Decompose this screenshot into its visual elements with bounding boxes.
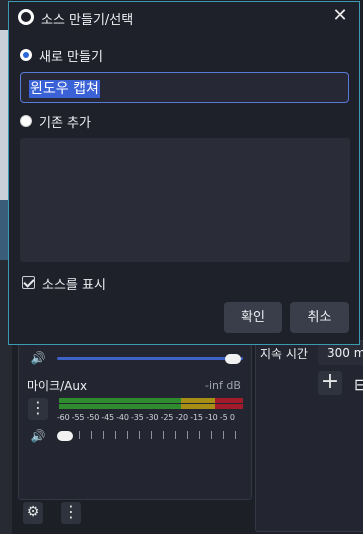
slider-tick [91,431,92,439]
channel-menu-button[interactable]: ⋮ [28,398,48,420]
meter-yellow-segment-2 [181,404,215,409]
meter-red-segment [215,398,243,403]
audio-mixer-panel: 🔊 마이크/Aux -inf dB ⋮ -60 -55 -50 -45 -40 … [18,340,252,500]
slider-tick [139,431,140,439]
transition-controls-panel: 지속 시간 300 m + ⊟ [255,340,363,532]
slider-tick [223,431,224,439]
meter-red-segment-2 [215,404,243,409]
slider-tick [115,431,116,439]
slider-tick [163,431,164,439]
meter-yellow-segment [181,398,215,403]
slider-tick [79,431,80,439]
speaker-icon[interactable]: 🔊 [27,349,49,367]
add-transition-button[interactable]: + [318,371,342,395]
existing-sources-list[interactable] [20,138,350,262]
slider-tick [211,431,212,439]
duration-label: 지속 시간 [260,347,308,361]
add-existing-radio[interactable] [20,115,32,127]
close-icon[interactable]: ✕ [329,5,351,27]
volume-slider-track[interactable] [57,357,243,360]
show-source-checkbox[interactable] [22,276,35,289]
mic-volume-slider-track[interactable] [79,431,243,439]
slider-tick [151,431,152,439]
mixer-toolbar: ⚙ ⋮ [18,500,250,530]
dialog-title: 소스 만들기/선택 [41,13,134,28]
gear-icon[interactable]: ⚙ [23,502,43,524]
mixer-menu-button[interactable]: ⋮ [61,502,81,524]
duration-value: 300 m [327,346,363,360]
meter-ticks: -60 -55 -50 -45 -40 -35 -30 -25 -20 -15 … [57,413,235,422]
remove-transition-icon[interactable]: ⊟ [354,375,363,394]
cancel-button[interactable]: 취소 [290,302,349,333]
add-existing-label[interactable]: 기존 추가 [39,112,91,131]
obs-logo-icon [18,9,34,25]
create-new-label[interactable]: 새로 만들기 [39,46,103,65]
dialog-titlebar: 소스 만들기/선택 ✕ [9,2,359,32]
speaker-icon[interactable]: 🔊 [27,427,49,445]
ok-button[interactable]: 확인 [224,302,282,333]
create-new-radio[interactable] [20,49,32,61]
volume-slider-knob[interactable] [225,354,241,364]
source-name-value: 윈도우 캡쳐 [29,80,100,98]
slider-tick [127,431,128,439]
slider-tick [187,431,188,439]
create-select-source-dialog: 소스 만들기/선택 ✕ 새로 만들기 윈도우 캡쳐 기존 추가 소스를 표시 확… [8,1,360,345]
meter-green-segment [59,398,181,403]
slider-tick [235,431,236,439]
channel-level: -inf dB [205,379,241,392]
show-source-label[interactable]: 소스를 표시 [42,274,106,293]
channel-name: 마이크/Aux [27,379,88,393]
slider-tick [199,431,200,439]
source-name-input[interactable]: 윈도우 캡쳐 [20,72,349,103]
meter-green-segment-2 [59,404,181,409]
slider-tick [175,431,176,439]
mic-volume-slider-knob[interactable] [57,431,73,441]
slider-tick [103,431,104,439]
